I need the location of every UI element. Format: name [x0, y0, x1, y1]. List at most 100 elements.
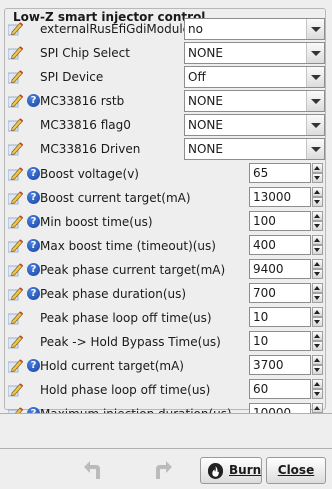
dropdown-value: Off — [188, 70, 206, 84]
setting-row: ? MC33816 rstb NONE — [6, 90, 326, 112]
setting-row: Peak -> Hold Bypass Time(us) 10 — [6, 331, 326, 353]
setting-row: ? Hold current target(mA) 3700 — [6, 355, 326, 377]
setting-row: externalRusEfiGdiModule no — [6, 18, 326, 40]
chevron-down-icon[interactable] — [306, 91, 324, 111]
pencil-icon[interactable] — [7, 239, 24, 253]
setting-spinner-field[interactable]: 65 — [249, 163, 311, 183]
spinner-down-button[interactable] — [312, 269, 323, 279]
help-icon[interactable]: ? — [27, 263, 41, 277]
setting-label: MC33816 flag0 — [40, 118, 131, 132]
setting-spinner-field[interactable]: 3700 — [249, 355, 311, 375]
spinner-down-button[interactable] — [312, 173, 323, 183]
help-icon[interactable]: ? — [27, 94, 41, 108]
help-icon[interactable]: ? — [27, 215, 41, 229]
spinner-down-button[interactable] — [312, 293, 323, 303]
setting-dropdown[interactable]: Off — [184, 66, 325, 88]
setting-row: ? Boost current target(mA) 13000 — [6, 187, 326, 209]
pencil-icon[interactable] — [7, 263, 24, 277]
setting-label: MC33816 Driven — [40, 142, 141, 156]
chevron-down-icon[interactable] — [306, 43, 324, 63]
pencil-icon[interactable] — [7, 70, 24, 84]
setting-row: MC33816 flag0 NONE — [6, 114, 326, 136]
setting-spinner-field[interactable]: 100 — [249, 211, 311, 231]
setting-spinner-field[interactable]: 60 — [249, 379, 311, 399]
spinner-up-button[interactable] — [312, 211, 323, 221]
fire-icon — [208, 463, 223, 479]
pencil-icon[interactable] — [7, 167, 24, 181]
pencil-icon[interactable] — [7, 311, 24, 325]
setting-dropdown[interactable]: NONE — [184, 42, 325, 64]
spinner-up-button[interactable] — [312, 355, 323, 365]
pencil-icon[interactable] — [7, 94, 24, 108]
spinner-down-button[interactable] — [312, 317, 323, 327]
spinner-up-button[interactable] — [312, 259, 323, 269]
setting-row: SPI Device Off — [6, 66, 326, 88]
help-icon[interactable]: ? — [27, 359, 41, 373]
spinner-up-button[interactable] — [312, 331, 323, 341]
setting-label: externalRusEfiGdiModule — [40, 22, 191, 36]
pencil-icon[interactable] — [7, 383, 24, 397]
pencil-icon[interactable] — [7, 335, 24, 349]
burn-label: Burn — [229, 463, 262, 477]
setting-spinner-field[interactable]: 9400 — [249, 259, 311, 279]
setting-spinner-field[interactable]: 10 — [249, 307, 311, 327]
spinner-value: 60 — [253, 382, 269, 396]
spinner-down-button[interactable] — [312, 341, 323, 351]
setting-dropdown[interactable]: NONE — [184, 114, 325, 136]
help-icon[interactable]: ? — [27, 167, 41, 181]
spinner-down-button[interactable] — [312, 197, 323, 207]
chevron-down-icon[interactable] — [306, 19, 324, 39]
chevron-down-icon[interactable] — [306, 67, 324, 87]
setting-row: Hold phase loop off time(us) 60 — [6, 379, 326, 401]
pencil-icon[interactable] — [7, 191, 24, 205]
pencil-icon[interactable] — [7, 22, 24, 36]
help-icon[interactable]: ? — [27, 191, 41, 205]
pencil-icon[interactable] — [7, 142, 24, 156]
spinner-up-button[interactable] — [312, 307, 323, 317]
pencil-icon[interactable] — [7, 359, 24, 373]
undo-icon[interactable] — [82, 457, 108, 483]
burn-button[interactable]: Burn — [200, 457, 262, 484]
spinner-down-button[interactable] — [312, 221, 323, 231]
setting-label: SPI Chip Select — [40, 46, 130, 60]
spinner-up-button[interactable] — [312, 187, 323, 197]
spinner-up-button[interactable] — [312, 379, 323, 389]
setting-dropdown[interactable]: NONE — [184, 138, 325, 160]
setting-row: ? Max boost time (timeout)(us) 400 — [6, 235, 326, 257]
spinner-up-button[interactable] — [312, 283, 323, 293]
setting-spinner-field[interactable]: 10 — [249, 331, 311, 351]
setting-label: Min boost time(us) — [40, 215, 153, 229]
spinner-value: 10 — [253, 334, 269, 348]
spinner-value: 13000 — [253, 190, 292, 204]
setting-dropdown[interactable]: no — [184, 18, 325, 40]
spinner-down-button[interactable] — [312, 389, 323, 399]
setting-label: Hold phase loop off time(us) — [40, 383, 211, 397]
close-button[interactable]: Close — [266, 457, 326, 484]
help-icon[interactable]: ? — [27, 239, 41, 253]
setting-label: Peak phase loop off time(us) — [40, 311, 212, 325]
help-icon[interactable]: ? — [27, 287, 41, 301]
pencil-icon[interactable] — [7, 46, 24, 60]
setting-row: ? Boost voltage(v) 65 — [6, 163, 326, 185]
redo-icon[interactable] — [148, 457, 174, 483]
pencil-icon[interactable] — [7, 287, 24, 301]
setting-dropdown[interactable]: NONE — [184, 90, 325, 112]
spinner-up-button[interactable] — [312, 403, 323, 413]
setting-spinner-field[interactable]: 13000 — [249, 187, 311, 207]
setting-label: Peak -> Hold Bypass Time(us) — [40, 335, 221, 349]
setting-label: Peak phase duration(us) — [40, 287, 187, 301]
chevron-down-icon[interactable] — [306, 115, 324, 135]
spinner-value: 700 — [253, 286, 276, 300]
spinner-value: 9400 — [253, 262, 284, 276]
spinner-up-button[interactable] — [312, 163, 323, 173]
pencil-icon[interactable] — [7, 118, 24, 132]
setting-spinner-field[interactable]: 400 — [249, 235, 311, 255]
setting-row: ? Peak phase duration(us) 700 — [6, 283, 326, 305]
spinner-up-button[interactable] — [312, 235, 323, 245]
setting-spinner-field[interactable]: 700 — [249, 283, 311, 303]
pencil-icon[interactable] — [7, 215, 24, 229]
chevron-down-icon[interactable] — [306, 139, 324, 159]
spinner-down-button[interactable] — [312, 365, 323, 375]
spinner-down-button[interactable] — [312, 245, 323, 255]
spinner-value: 3700 — [253, 358, 284, 372]
